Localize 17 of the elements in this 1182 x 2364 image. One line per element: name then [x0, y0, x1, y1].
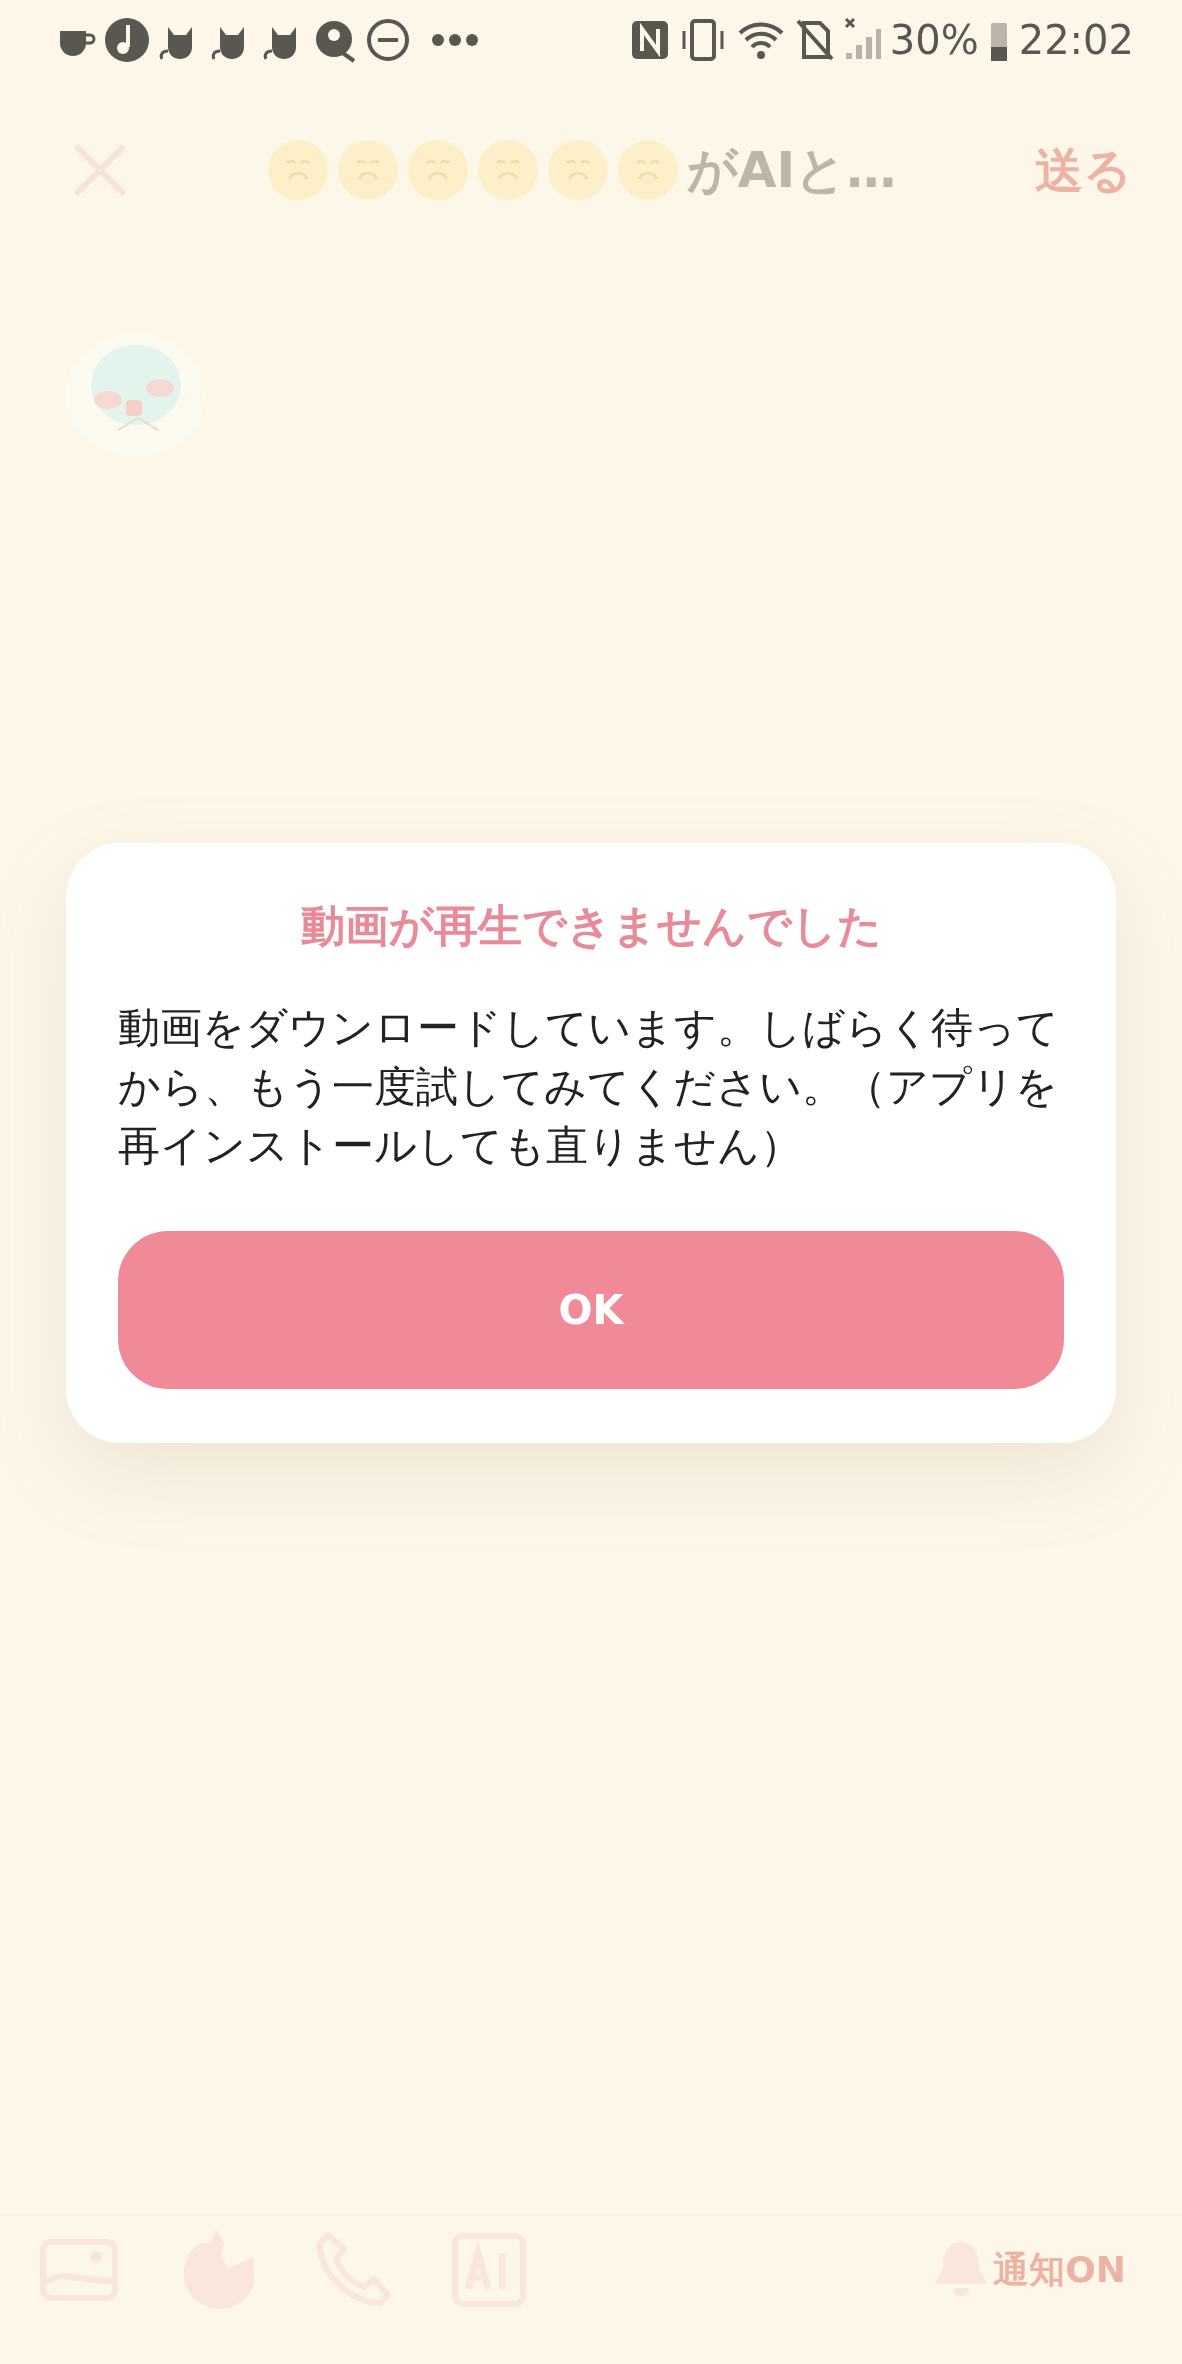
dialog-message: 動画をダウンロードしています。しばらく待ってから、もう一度試してみてください。（アプリを再インストールしても直りません） — [118, 1002, 1060, 1172]
clock-time: 22:02 — [1018, 16, 1134, 65]
music-note-icon — [104, 17, 150, 63]
notification-toggle[interactable]: 通知ON — [993, 2243, 1126, 2297]
dialog-title: 動画が再生できませんでした — [299, 899, 883, 953]
ok-button[interactable]: OK — [118, 1231, 1064, 1390]
face-icon — [616, 139, 679, 201]
do-not-disturb-icon — [366, 17, 410, 63]
face-icon — [406, 139, 469, 201]
face-icon — [476, 139, 539, 201]
battery-percentage: 30% — [889, 16, 979, 65]
face-icon — [266, 139, 329, 201]
chat-title: がAIと… — [686, 139, 897, 201]
more-icon — [432, 34, 478, 46]
face-icon — [336, 139, 399, 201]
face-icon — [546, 139, 609, 201]
send-button[interactable]: 送る — [1035, 134, 1132, 206]
